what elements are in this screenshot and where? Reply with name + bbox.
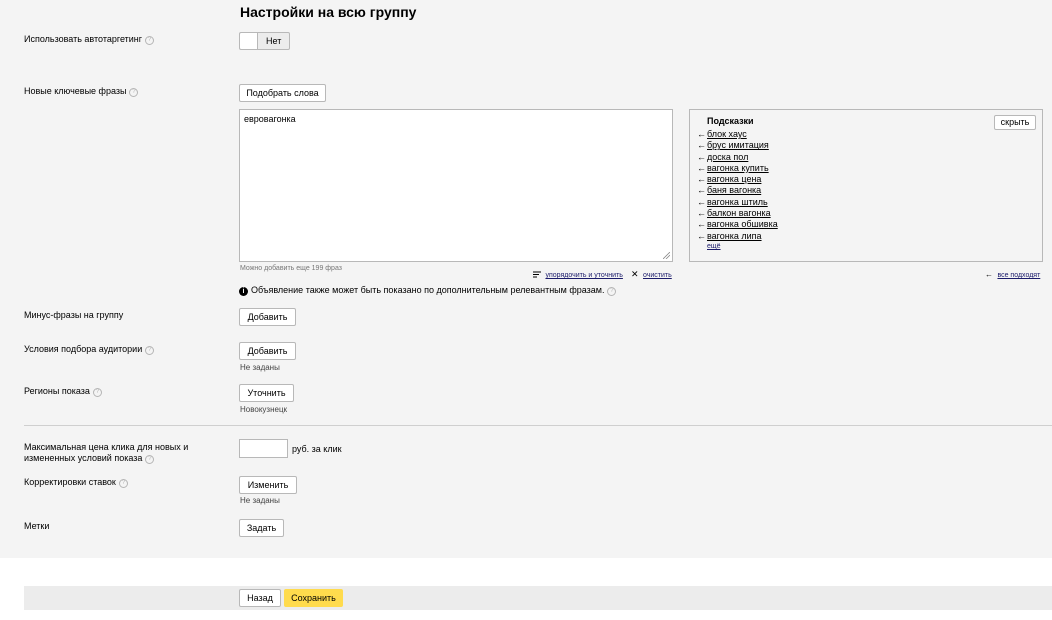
arrow-left-icon: ← <box>697 129 706 139</box>
arrow-left-icon: ← <box>697 219 706 230</box>
help-icon[interactable]: ? <box>145 346 155 355</box>
arrow-left-icon: ← <box>697 162 706 173</box>
hint-item[interactable]: ←блок хаус <box>697 129 778 140</box>
help-icon[interactable]: ? <box>92 388 102 397</box>
hint-item[interactable]: ←балкон вагонка <box>697 208 778 219</box>
minus-phrases-label: Минус-фразы на группу <box>24 310 124 320</box>
add-audience-button[interactable]: Добавить <box>239 342 296 360</box>
arrow-left-icon: ← <box>697 174 706 185</box>
arrow-left-icon: ← <box>697 208 706 219</box>
settings-panel <box>0 0 1052 558</box>
set-tags-button[interactable]: Задать <box>239 519 284 537</box>
arrow-left-icon: ← <box>697 140 706 151</box>
arrow-left-icon: ← <box>697 185 706 196</box>
sort-refine-control[interactable]: упорядочить и уточнить <box>533 264 623 282</box>
hint-item[interactable]: ←брус имитация <box>697 140 778 151</box>
help-icon[interactable]: ? <box>129 88 139 97</box>
footer-bar <box>24 586 1052 610</box>
toggle-label: Нет <box>266 36 282 46</box>
hint-item[interactable]: ←вагонка обшивка <box>697 219 778 230</box>
refine-regions-button[interactable]: Уточнить <box>239 384 294 402</box>
clear-control[interactable]: ✕ очистить <box>631 264 672 282</box>
regions-label: Регионы показа? <box>24 386 102 397</box>
hint-item[interactable]: ←вагонка цена <box>697 174 778 185</box>
remaining-phrases-note: Можно добавить еще 199 фраз <box>240 265 342 272</box>
page-title: Настройки на всю группу <box>240 4 417 20</box>
keywords-textarea[interactable]: евровагонка <box>239 109 673 262</box>
section-divider <box>24 425 1052 426</box>
info-icon: i <box>239 287 248 296</box>
hint-item[interactable]: ←вагонка липа <box>697 231 778 242</box>
arrow-left-icon: ← <box>697 151 706 162</box>
help-icon[interactable]: ? <box>118 479 128 488</box>
sort-refine-link[interactable]: упорядочить и уточнить <box>545 272 622 279</box>
hints-panel: Подсказки скрыть ←блок хаус ←брус имитац… <box>689 109 1043 262</box>
hide-hints-button[interactable]: скрыть <box>994 115 1036 130</box>
max-price-label: Максимальная цена клика для новых и изме… <box>24 442 189 464</box>
help-icon[interactable]: ? <box>145 455 155 464</box>
hints-list: ←блок хаус ←брус имитация ←доска пол ←ва… <box>697 129 778 242</box>
hint-item[interactable]: ←вагонка купить <box>697 163 778 174</box>
max-price-input[interactable] <box>239 439 288 458</box>
sort-icon <box>533 271 541 278</box>
hint-item[interactable]: ←вагонка штиль <box>697 197 778 208</box>
clear-link[interactable]: очистить <box>643 272 672 279</box>
edit-bid-adjustments-button[interactable]: Изменить <box>239 476 297 494</box>
hint-item[interactable]: ←доска пол <box>697 152 778 163</box>
save-button[interactable]: Сохранить <box>284 589 343 607</box>
pick-words-button[interactable]: Подобрать слова <box>239 84 326 102</box>
arrow-left-icon: ← <box>697 196 706 207</box>
close-icon: ✕ <box>631 269 639 279</box>
help-icon[interactable]: ? <box>607 287 617 296</box>
autotargeting-toggle[interactable]: Нет <box>239 32 290 50</box>
resize-handle-icon[interactable] <box>663 252 670 259</box>
toggle-knob <box>240 33 258 49</box>
bid-adjustments-label: Корректировки ставок? <box>24 477 128 488</box>
hints-title: Подсказки <box>707 116 754 126</box>
arrow-left-icon: ← <box>985 270 993 279</box>
add-minus-phrases-button[interactable]: Добавить <box>239 308 296 326</box>
tags-label: Метки <box>24 521 50 531</box>
audience-status: Не заданы <box>240 363 280 372</box>
more-hints-link[interactable]: ещё <box>707 243 721 250</box>
all-fit-link[interactable]: все подходят <box>997 272 1040 279</box>
regions-value: Новокузнецк <box>240 405 288 414</box>
keywords-text: евровагонка <box>244 114 296 124</box>
hint-item[interactable]: ←баня вагонка <box>697 185 778 196</box>
bid-adjustments-status: Не заданы <box>240 496 280 505</box>
autotargeting-label: Использовать автотаргетинг? <box>24 34 155 45</box>
all-fit-control[interactable]: ← все подходят <box>985 264 1040 282</box>
help-icon[interactable]: ? <box>145 36 155 45</box>
arrow-left-icon: ← <box>697 230 706 241</box>
back-button[interactable]: Назад <box>239 589 281 607</box>
keywords-label: Новые ключевые фразы? <box>24 86 139 97</box>
price-unit: руб. за клик <box>292 444 342 454</box>
audience-label: Условия подбора аудитории? <box>24 344 155 355</box>
info-note: i Объявление также может быть показано по… <box>239 285 617 296</box>
